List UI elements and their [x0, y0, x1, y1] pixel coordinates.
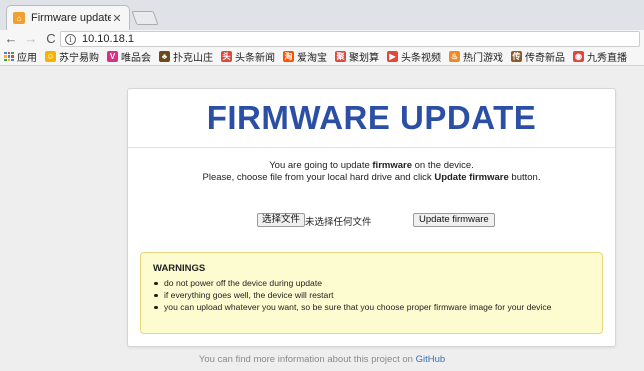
bookmark-apps-grid[interactable]: 应用: [4, 49, 37, 64]
intro-line-2-bold: Update firmware: [434, 172, 509, 183]
bookmark-label: 九秀直播: [587, 53, 627, 64]
forward-button[interactable]: →: [22, 31, 40, 47]
footer-text: You can find more information about this…: [198, 354, 416, 365]
tab-title: Firmware update: [31, 12, 111, 24]
github-link[interactable]: GitHub: [416, 354, 446, 365]
bookmark-label: 苏宁易购: [59, 53, 99, 64]
bookmark-legend[interactable]: 传传奇新品: [511, 49, 565, 64]
bookmark-label: 头条新闻: [235, 53, 275, 64]
bookmark-juhuasuan[interactable]: 聚聚划算: [335, 49, 379, 64]
intro-line-1: You are going to update firmware on the …: [128, 160, 615, 172]
intro-line-1-end: on the device.: [412, 160, 474, 171]
intro-line-2-end: button.: [508, 172, 541, 183]
bookmark-label: 唯品会: [121, 53, 151, 64]
bookmark-label: 热门游戏: [463, 53, 503, 64]
browser-toolbar: ← → C i 10.10.18.1: [0, 30, 644, 48]
toutiao-icon: 头: [221, 51, 232, 62]
bookmark-label: 头条视频: [401, 53, 441, 64]
bookmark-label: 传奇新品: [525, 53, 565, 64]
bookmark-label: 爱淘宝: [297, 53, 327, 64]
firmware-card: FIRMWARE UPDATE You are going to update …: [127, 88, 616, 347]
games-icon: ♨: [449, 51, 460, 62]
bookmark-label: 聚划算: [349, 53, 379, 64]
bookmark-label: 应用: [17, 53, 37, 64]
warning-item: if everything goes well, the device will…: [153, 289, 590, 301]
bookmark-vip[interactable]: V 唯品会: [107, 49, 151, 64]
bookmark-toutiao[interactable]: 头头条新闻: [221, 49, 275, 64]
browser-tab[interactable]: ⌂ Firmware update ✕: [6, 5, 130, 30]
bookmark-games[interactable]: ♨ 热门游戏: [449, 49, 503, 64]
intro-text: You are going to update firmware on the …: [128, 160, 615, 184]
choose-file-button[interactable]: 选择文件: [257, 213, 306, 227]
upload-row: 选择文件 未选择任何文件 Update firmware: [128, 213, 615, 229]
file-status-text: 未选择任何文件: [305, 217, 372, 228]
address-bar[interactable]: i 10.10.18.1: [60, 31, 640, 47]
bookmark-label: 扑克山庄: [173, 53, 213, 64]
back-button[interactable]: ←: [2, 31, 20, 47]
bookmark-video[interactable]: ▶ 头条视频: [387, 49, 441, 64]
warning-item: you can upload whatever you want, so be …: [153, 301, 590, 313]
video-icon: ▶: [387, 51, 398, 62]
bookmark-live[interactable]: ◉ 九秀直播: [573, 49, 627, 64]
intro-line-2: Please, choose file from your local hard…: [128, 172, 615, 184]
bookmarks-bar: 应用 ☺ 苏宁易购 V 唯品会 ♣ 扑克山庄头头条新闻淘爱淘宝聚聚划算 ▶ 头条视频 ♨ 热门游戏传…: [0, 48, 644, 66]
intro-line-1-text: You are going to update: [269, 160, 373, 171]
intro-line-2-text: Please, choose file from your local hard…: [202, 172, 435, 183]
suning-icon: ☺: [45, 51, 56, 62]
reload-button[interactable]: C: [42, 31, 60, 47]
vip-icon: V: [107, 51, 118, 62]
firmware-favicon-icon: ⌂: [13, 12, 25, 24]
warnings-title: WARNINGS: [153, 263, 206, 274]
warnings-box: WARNINGS do not power off the device dur…: [140, 252, 603, 334]
intro-line-1-bold: firmware: [372, 160, 412, 171]
live-icon: ◉: [573, 51, 584, 62]
tab-strip: ⌂ Firmware update ✕: [0, 0, 644, 30]
footer: You can find more information about this…: [0, 354, 644, 365]
warning-item: do not power off the device during updat…: [153, 277, 590, 289]
card-header: FIRMWARE UPDATE: [128, 89, 615, 148]
page-content: FIRMWARE UPDATE You are going to update …: [0, 67, 644, 371]
taobao-icon: 淘: [283, 51, 294, 62]
bookmark-poker[interactable]: ♣ 扑克山庄: [159, 49, 213, 64]
juhuasuan-icon: 聚: [335, 51, 346, 62]
page-title: FIRMWARE UPDATE: [206, 99, 537, 136]
new-tab-button[interactable]: [131, 11, 159, 25]
address-url[interactable]: 10.10.18.1: [82, 33, 134, 45]
update-firmware-button[interactable]: Update firmware: [413, 213, 495, 227]
legend-icon: 传: [511, 51, 522, 62]
poker-icon: ♣: [159, 51, 170, 62]
site-info-icon[interactable]: i: [65, 33, 76, 45]
apps-grid-icon: [4, 51, 14, 62]
bookmark-suning[interactable]: ☺ 苏宁易购: [45, 49, 99, 64]
warnings-list: do not power off the device during updat…: [153, 277, 590, 313]
bookmark-taobao[interactable]: 淘爱淘宝: [283, 49, 327, 64]
close-tab-icon[interactable]: ✕: [111, 12, 123, 25]
